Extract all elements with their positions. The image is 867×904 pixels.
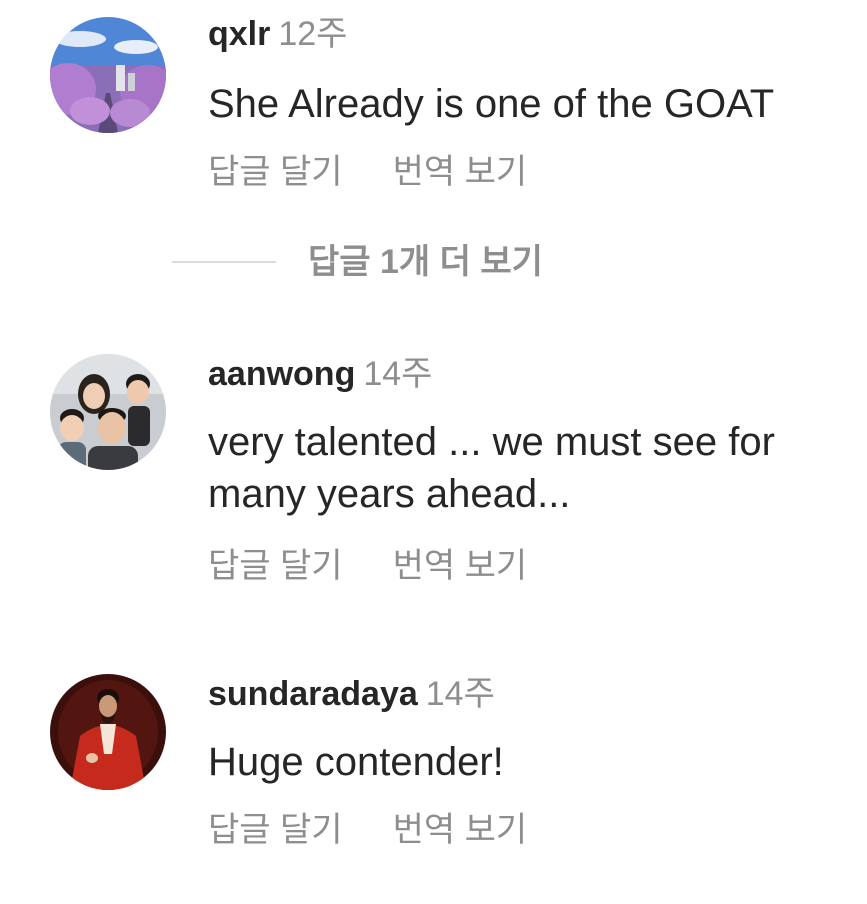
comment-username[interactable]: qxlr <box>208 15 270 53</box>
avatar[interactable] <box>50 354 166 470</box>
avatar[interactable] <box>50 17 166 133</box>
comment-username[interactable]: aanwong <box>208 355 355 393</box>
replies-divider-line <box>172 261 276 263</box>
view-more-replies[interactable]: 답글 1개 더 보기 <box>172 242 543 282</box>
comment-text: She Already is one of the GOAT <box>208 82 775 126</box>
comment-timestamp: 12주 <box>278 15 348 53</box>
comment-text: very talented ... we must see for many y… <box>208 420 775 516</box>
reply-button[interactable]: 답글 달기 <box>208 811 343 849</box>
reply-button[interactable]: 답글 달기 <box>208 547 343 585</box>
reply-button[interactable]: 답글 달기 <box>208 153 343 191</box>
translate-button[interactable]: 번역 보기 <box>393 811 528 849</box>
avatar-painting-red-coat-icon <box>50 674 166 790</box>
translate-button[interactable]: 번역 보기 <box>393 547 528 585</box>
comment-timestamp: 14주 <box>363 355 433 393</box>
translate-button[interactable]: 번역 보기 <box>393 153 528 191</box>
comment-username[interactable]: sundaradaya <box>208 675 418 713</box>
avatar[interactable] <box>50 674 166 790</box>
comment-timestamp: 14주 <box>425 675 495 713</box>
view-more-replies-label[interactable]: 답글 1개 더 보기 <box>308 242 543 282</box>
avatar-cherry-blossom-street-icon <box>50 17 166 133</box>
avatar-family-photo-icon <box>50 354 166 470</box>
comment-text: Huge contender! <box>208 740 504 784</box>
